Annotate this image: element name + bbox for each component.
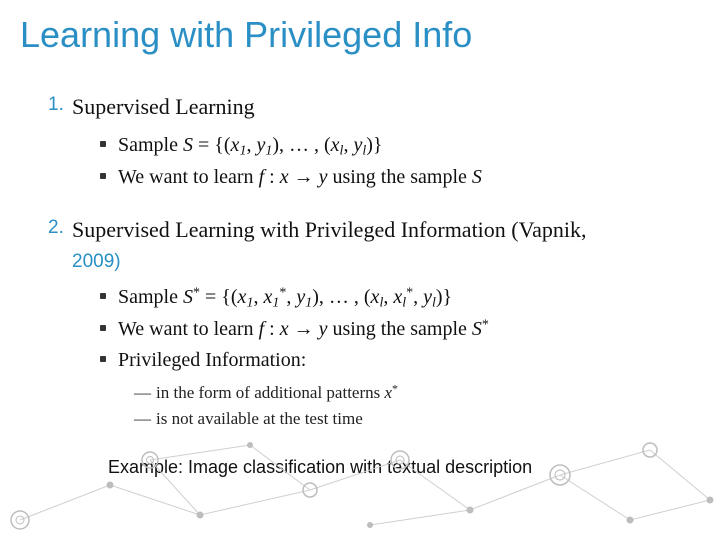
dash-item: is not available at the test time bbox=[134, 406, 690, 432]
bullet-item: Sample S* = {(x1, x1*, y1), … , (xl, xl*… bbox=[100, 282, 690, 314]
heading-year: 2009) bbox=[72, 251, 121, 272]
section-heading: Supervised Learning bbox=[72, 92, 690, 122]
bullet-item: We want to learn f : x → y using the sam… bbox=[100, 314, 690, 345]
slide-body: 1. Supervised Learning Sample S = {(x1, … bbox=[0, 62, 720, 478]
slide-title: Learning with Privileged Info bbox=[0, 0, 720, 62]
section-heading: Supervised Learning with Privileged Info… bbox=[72, 215, 690, 274]
bullet-item: Privileged Information: bbox=[100, 345, 690, 376]
bullet-item: Sample S = {(x1, y1), … , (xl, yl)} bbox=[100, 130, 690, 162]
section-2-bullets: Sample S* = {(x1, x1*, y1), … , (xl, xl*… bbox=[48, 282, 690, 376]
section-number: 1. bbox=[48, 92, 72, 122]
section-2: 2. Supervised Learning with Privileged I… bbox=[48, 215, 690, 274]
section-1: 1. Supervised Learning bbox=[48, 92, 690, 122]
bullet-item: We want to learn f : x → y using the sam… bbox=[100, 162, 690, 193]
dash-item: in the form of additional patterns x* bbox=[134, 380, 690, 406]
slide: Learning with Privileged Info 1. Supervi… bbox=[0, 0, 720, 540]
section-1-bullets: Sample S = {(x1, y1), … , (xl, yl)} We w… bbox=[48, 130, 690, 193]
example-text: Example: Image classification with textu… bbox=[108, 457, 690, 478]
section-2-subbullets: in the form of additional patterns x* is… bbox=[48, 380, 690, 431]
heading-text: Supervised Learning with Privileged Info… bbox=[72, 217, 586, 242]
section-number: 2. bbox=[48, 215, 72, 274]
